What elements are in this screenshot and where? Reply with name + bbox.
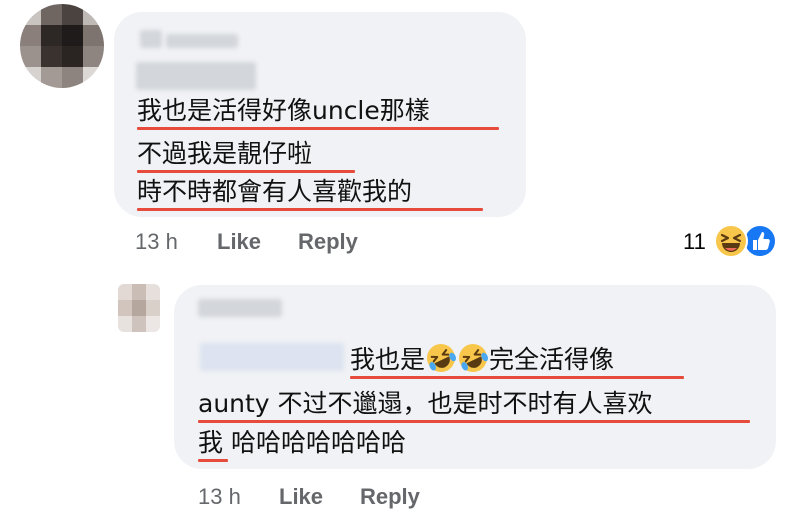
text-underline xyxy=(137,127,499,130)
text-underline xyxy=(198,459,228,462)
redacted-name xyxy=(198,299,282,317)
reply-text-line: aunty 不过不邋遢，也是时不时有人喜欢 xyxy=(198,389,653,418)
commenter-avatar[interactable] xyxy=(20,4,104,88)
laughing-emoji-icon[interactable] xyxy=(713,223,749,259)
rofl-emoji-icon xyxy=(459,344,488,372)
comment-text-line: 我也是活得好像uncle那樣 xyxy=(137,96,430,125)
redacted-name xyxy=(136,62,256,90)
like-button[interactable]: Like xyxy=(217,229,261,255)
redacted-name xyxy=(140,30,162,48)
comment-timestamp[interactable]: 13 h xyxy=(135,229,178,255)
redacted-name xyxy=(166,34,238,48)
reaction-count[interactable]: 11 xyxy=(683,229,706,255)
reply-timestamp[interactable]: 13 h xyxy=(198,484,241,510)
text-underline xyxy=(198,420,750,423)
reply-text-line: 我 哈哈哈哈哈哈哈 xyxy=(198,428,406,457)
text-underline xyxy=(137,208,483,211)
like-button[interactable]: Like xyxy=(279,484,323,510)
text-underline xyxy=(350,376,684,379)
reply-button[interactable]: Reply xyxy=(360,484,420,510)
reply-text-line: 我也是 完全活得像 xyxy=(350,342,614,375)
comment-text-line: 時不時都會有人喜歡我的 xyxy=(137,177,413,206)
redacted-name xyxy=(200,343,344,371)
rofl-emoji-icon xyxy=(427,344,456,372)
reply-commenter-avatar[interactable] xyxy=(118,284,160,332)
reply-button[interactable]: Reply xyxy=(298,229,358,255)
comment-text-line: 不過我是靚仔啦 xyxy=(137,139,313,168)
text-underline xyxy=(137,170,355,173)
